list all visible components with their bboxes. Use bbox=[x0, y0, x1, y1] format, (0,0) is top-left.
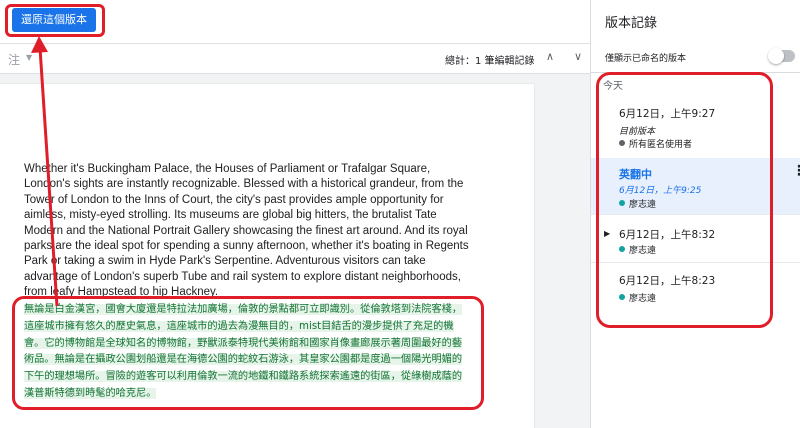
more-options-icon[interactable]: ⋮ bbox=[792, 164, 800, 178]
toggle-knob bbox=[768, 48, 784, 64]
comment-menu[interactable]: 注 bbox=[8, 51, 20, 68]
document-canvas: Whether it's Buckingham Palace, the Hous… bbox=[0, 74, 590, 428]
document-scrollbar[interactable] bbox=[580, 74, 590, 428]
chevron-up-icon[interactable]: ∧ bbox=[546, 50, 554, 63]
chinese-paragraph-annotation bbox=[12, 296, 484, 410]
panel-title: 版本記錄 bbox=[605, 16, 658, 31]
chevron-down-icon[interactable]: ∨ bbox=[574, 50, 582, 63]
named-only-toggle[interactable] bbox=[768, 48, 795, 64]
named-only-label: 僅顯示已命名的版本 bbox=[605, 54, 687, 64]
edit-toolbar: 注 ▼ 總計：1 筆編輯記錄 ∧ ∨ bbox=[0, 44, 590, 74]
total-edits-label: 總計：1 筆編輯記錄 bbox=[445, 56, 535, 67]
english-paragraph[interactable]: Whether it's Buckingham Palace, the Hous… bbox=[24, 162, 474, 301]
document-page: Whether it's Buckingham Palace, the Hous… bbox=[0, 84, 534, 428]
version-list-annotation bbox=[596, 72, 773, 328]
caret-down-icon[interactable]: ▼ bbox=[26, 53, 32, 62]
restore-button-annotation bbox=[5, 4, 105, 37]
